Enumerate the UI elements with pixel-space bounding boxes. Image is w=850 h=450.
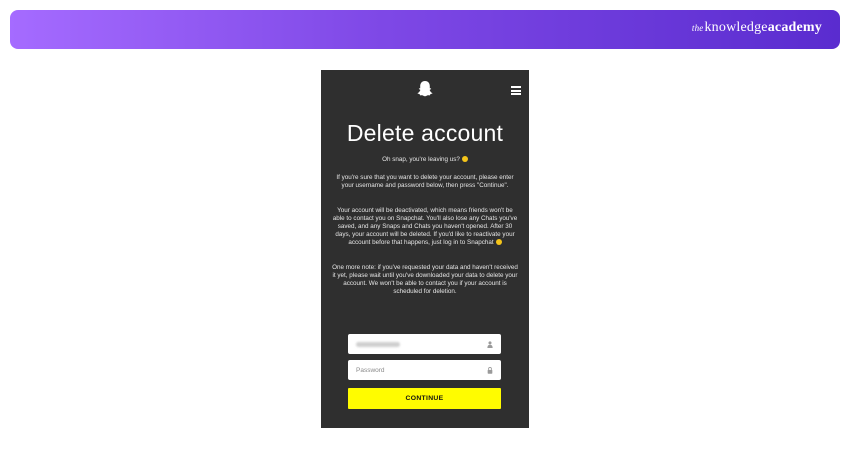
- deactivation-paragraph: Your account will be deactivated, which …: [321, 207, 529, 248]
- instructions-paragraph: If you're sure that you want to delete y…: [336, 174, 514, 190]
- brand-prefix: the: [691, 23, 704, 33]
- intro-text-content: Oh snap, you're leaving us?: [382, 156, 460, 163]
- continue-button[interactable]: CONTINUE: [348, 388, 501, 409]
- phone-screen: Delete account Oh snap, you're leaving u…: [321, 70, 529, 428]
- top-bar: [321, 70, 529, 110]
- deactivation-text: Your account will be deactivated, which …: [332, 206, 518, 247]
- snapchat-ghost-icon[interactable]: [417, 80, 433, 98]
- lock-icon: [487, 366, 493, 374]
- menu-line: [511, 89, 521, 92]
- password-placeholder: Password: [356, 366, 385, 374]
- brand-logo[interactable]: the knowledge academy: [692, 20, 822, 36]
- smiley-emoji-icon: [461, 156, 468, 162]
- brand-academy: academy: [767, 20, 822, 35]
- username-value-blurred: [356, 341, 400, 347]
- menu-line: [511, 86, 521, 88]
- username-field[interactable]: [348, 334, 501, 354]
- password-field[interactable]: Password: [348, 360, 501, 380]
- user-icon: [487, 340, 493, 348]
- data-request-note: One more note: if you've requested your …: [332, 263, 518, 296]
- brand-knowledge: knowledge: [704, 20, 768, 35]
- header-banner: the knowledge academy: [10, 10, 840, 49]
- menu-line: [511, 93, 521, 95]
- smiley-emoji-icon: [495, 239, 502, 246]
- intro-text: Oh snap, you're leaving us?: [321, 156, 529, 164]
- hamburger-menu-icon[interactable]: [511, 86, 521, 95]
- page-title: Delete account: [346, 120, 504, 146]
